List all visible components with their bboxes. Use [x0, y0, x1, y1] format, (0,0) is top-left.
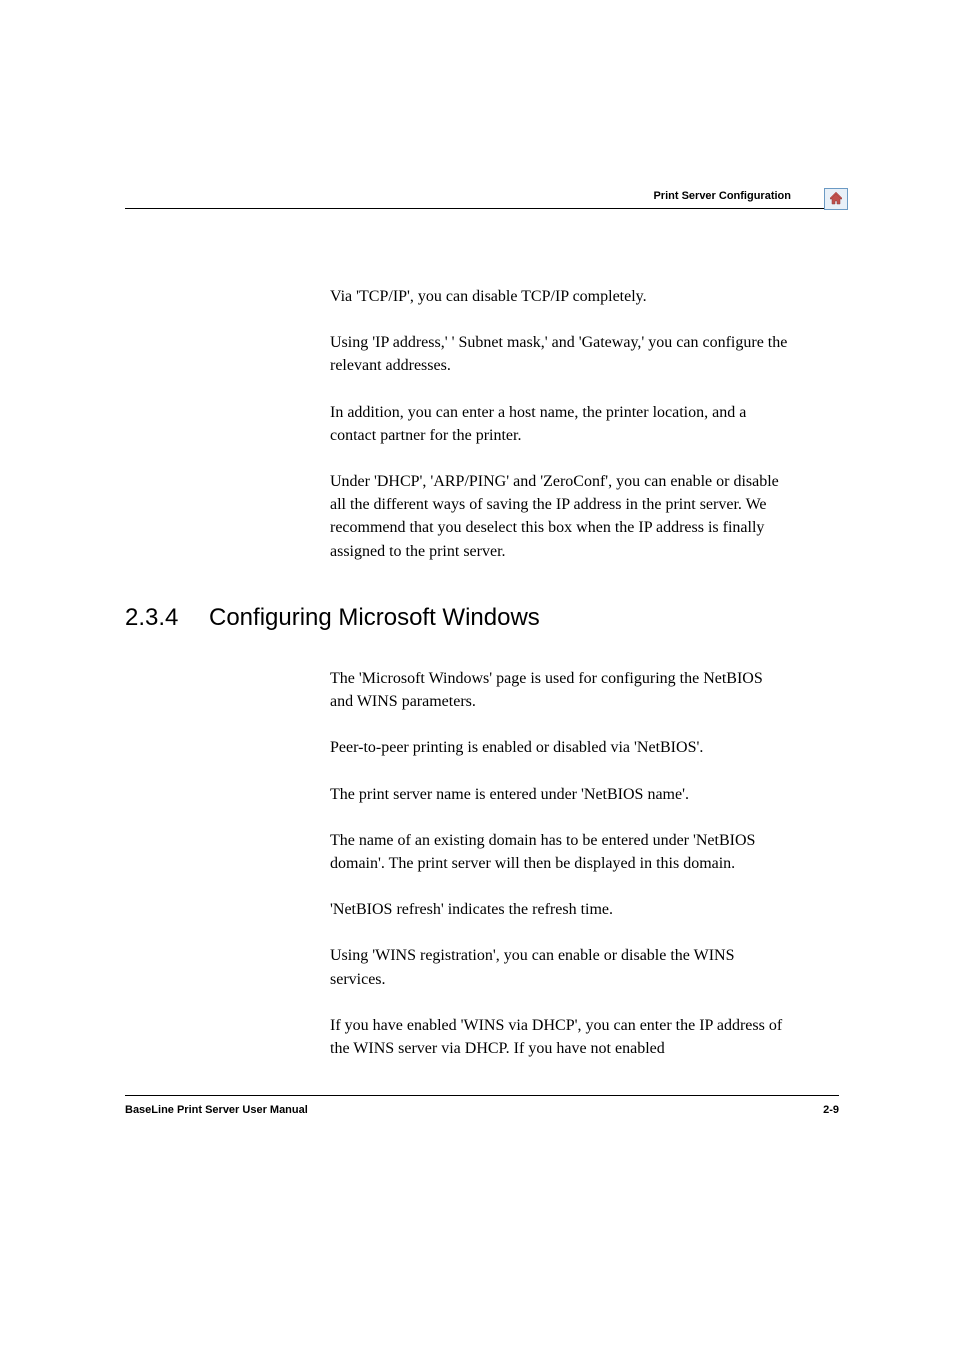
home-icon-button[interactable] [824, 188, 848, 210]
section-title: Configuring Microsoft Windows [209, 604, 540, 631]
page-header: Print Server Configuration [125, 190, 839, 209]
footer-manual-title: BaseLine Print Server User Manual [125, 1104, 308, 1116]
paragraph: The name of an existing domain has to be… [330, 829, 789, 875]
paragraph: Under 'DHCP', 'ARP/PING' and 'ZeroConf',… [330, 470, 789, 563]
paragraph: Using 'WINS registration', you can enabl… [330, 944, 789, 990]
section-heading: 2.3.4 Configuring Microsoft Windows [125, 604, 789, 632]
body-content-section-2: The 'Microsoft Windows' page is used for… [330, 667, 789, 1083]
footer-content: BaseLine Print Server User Manual 2-9 [125, 1104, 839, 1116]
paragraph: The 'Microsoft Windows' page is used for… [330, 667, 789, 713]
page-footer: BaseLine Print Server User Manual 2-9 [125, 1095, 839, 1116]
footer-rule [125, 1095, 839, 1096]
page-container: Print Server Configuration Via 'TCP/IP',… [0, 0, 954, 1351]
paragraph: Using 'IP address,' ' Subnet mask,' and … [330, 331, 789, 377]
home-icon [828, 192, 844, 206]
paragraph: 'NetBIOS refresh' indicates the refresh … [330, 898, 789, 921]
section-number: 2.3.4 [125, 604, 205, 632]
paragraph: Peer-to-peer printing is enabled or disa… [330, 736, 789, 759]
paragraph: If you have enabled 'WINS via DHCP', you… [330, 1014, 789, 1060]
header-title: Print Server Configuration [125, 190, 839, 208]
paragraph: Via 'TCP/IP', you can disable TCP/IP com… [330, 285, 789, 308]
footer-page-number: 2-9 [823, 1104, 839, 1116]
body-content-section-1: Via 'TCP/IP', you can disable TCP/IP com… [330, 285, 789, 586]
paragraph: In addition, you can enter a host name, … [330, 401, 789, 447]
header-rule [125, 208, 839, 209]
paragraph: The print server name is entered under '… [330, 783, 789, 806]
